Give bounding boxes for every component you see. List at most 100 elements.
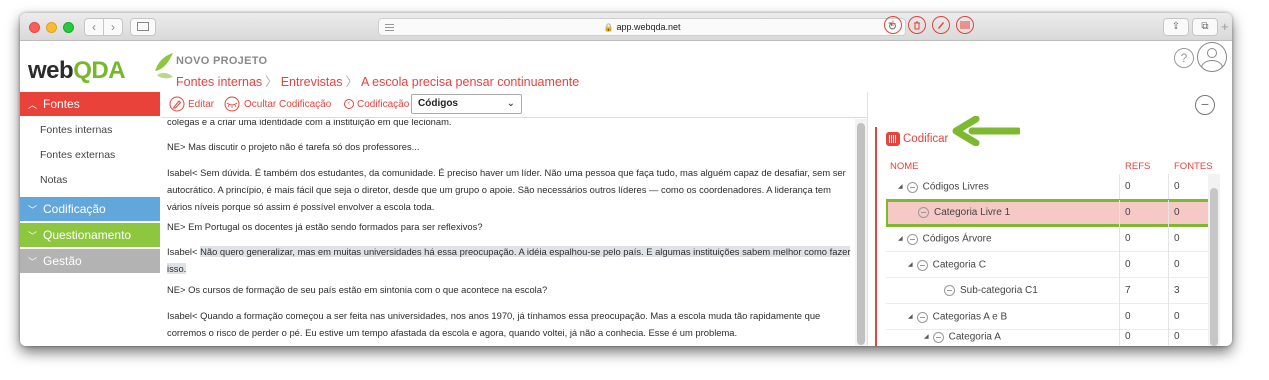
breadcrumb-item[interactable]: Fontes internas bbox=[176, 75, 262, 89]
breadcrumb-item[interactable]: Entrevistas bbox=[281, 75, 343, 89]
code-node-icon bbox=[916, 259, 928, 271]
delete-code-button[interactable] bbox=[908, 16, 926, 34]
ocultar-label: Ocultar Codificação bbox=[244, 99, 332, 110]
row-fontes: 0 bbox=[1174, 207, 1180, 218]
codificar-icon bbox=[886, 131, 900, 146]
close-window-button[interactable] bbox=[29, 22, 40, 33]
tabs-overview-button[interactable]: ⧉ bbox=[1192, 18, 1218, 36]
sidebar: ︿ Fontes Fontes internas Fontes externas … bbox=[20, 92, 160, 346]
project-title: NOVO PROJETO bbox=[176, 55, 268, 67]
sidebar-section-fontes[interactable]: ︿ Fontes bbox=[20, 92, 160, 116]
row-fontes: 3 bbox=[1174, 285, 1180, 296]
chevron-up-icon: ︿ bbox=[28, 100, 38, 110]
paragraph: Isabel< Sem dúvida. É também dos estudan… bbox=[167, 167, 846, 212]
column-header-fontes[interactable]: FONTES bbox=[1174, 161, 1213, 172]
barcode-button[interactable] bbox=[956, 16, 974, 34]
row-name: Categoria Livre 1 bbox=[934, 207, 1011, 218]
column-header-nome[interactable]: NOME bbox=[890, 161, 919, 172]
speaker-label: Isabel< bbox=[167, 246, 198, 257]
row-name: Sub-categoria C1 bbox=[960, 285, 1038, 296]
codes-scrollbar[interactable] bbox=[1208, 174, 1220, 346]
sidebar-item-fontes-internas[interactable]: Fontes internas bbox=[20, 118, 160, 143]
maximize-window-button[interactable] bbox=[63, 22, 74, 33]
row-name: Códigos Árvore bbox=[922, 233, 992, 245]
sidebar-toggle-button[interactable] bbox=[130, 18, 156, 36]
triangle-expanded-icon[interactable]: ◢ bbox=[924, 324, 929, 346]
code-node-icon bbox=[932, 331, 944, 343]
folder-node-icon bbox=[906, 181, 918, 193]
codificacao-label: Codificação bbox=[357, 99, 410, 110]
collapse-panel-button[interactable]: − bbox=[1195, 95, 1215, 115]
scrollbar-thumb[interactable] bbox=[1210, 188, 1218, 346]
row-refs: 0 bbox=[1125, 259, 1131, 270]
sidebar-item-notas[interactable]: Notas bbox=[20, 168, 160, 193]
row-refs: 7 bbox=[1125, 285, 1131, 296]
back-button[interactable]: ‹ bbox=[84, 18, 104, 36]
triangle-expanded-icon[interactable]: ◢ bbox=[898, 226, 903, 252]
help-icon[interactable]: ? bbox=[1174, 48, 1194, 68]
row-fontes: 0 bbox=[1174, 259, 1180, 270]
trash-icon bbox=[914, 21, 920, 30]
user-avatar-icon[interactable] bbox=[1197, 42, 1227, 72]
green-arrow-icon bbox=[952, 116, 1020, 146]
codes-tree: ◢ Códigos Livres 0 0 Categoria Livre 1 0 … bbox=[886, 174, 1218, 346]
minimize-window-button[interactable] bbox=[46, 22, 57, 33]
codigos-select[interactable]: Códigos ⌄ bbox=[411, 94, 522, 114]
paragraph: NE> Em Portugal os docentes já estão sen… bbox=[167, 221, 483, 232]
tree-row-categoria-livre-1[interactable]: Categoria Livre 1 0 0 bbox=[886, 199, 1218, 227]
document-content[interactable]: colegas e a criar uma identidade com a i… bbox=[161, 119, 855, 346]
row-fontes: 0 bbox=[1174, 331, 1180, 342]
codificar-button[interactable]: Codificar bbox=[886, 131, 948, 147]
scrollbar-thumb[interactable] bbox=[857, 123, 865, 345]
sidebar-section-label: Fontes bbox=[43, 97, 80, 111]
editar-label: Editar bbox=[188, 99, 215, 110]
webqda-logo[interactable]: webQDA bbox=[28, 57, 126, 85]
paragraph: Isabel< Quando a formação começou a ser … bbox=[167, 310, 821, 338]
add-code-button[interactable]: + bbox=[884, 16, 902, 34]
breadcrumb-item[interactable]: A escola precisa pensar continuamente bbox=[361, 75, 579, 89]
sidebar-section-codificacao[interactable]: ﹀ Codificação bbox=[20, 197, 160, 221]
chevron-down-icon: ﹀ bbox=[28, 205, 38, 215]
editar-button[interactable]: Editar bbox=[169, 96, 214, 114]
chevron-down-icon: ﹀ bbox=[28, 231, 38, 241]
paragraph: NE> Os cursos de formação de seu país es… bbox=[167, 284, 548, 295]
share-button[interactable]: ⇪ bbox=[1163, 18, 1189, 36]
sidebar-section-label: Questionamento bbox=[43, 228, 132, 242]
new-tab-button[interactable]: + bbox=[1221, 19, 1232, 37]
breadcrumb-separator: 〉 bbox=[265, 75, 278, 89]
panel-divider bbox=[867, 92, 868, 346]
row-refs: 0 bbox=[1125, 181, 1131, 192]
tree-row-codigos-livres[interactable]: ◢ Códigos Livres 0 0 bbox=[886, 174, 1218, 200]
sidebar-section-questionamento[interactable]: ﹀ Questionamento bbox=[20, 223, 160, 247]
lock-icon: 🔒 bbox=[603, 23, 614, 32]
edit-code-button[interactable] bbox=[932, 16, 950, 34]
triangle-expanded-icon[interactable]: ◢ bbox=[908, 304, 913, 330]
row-name: Categoria C bbox=[932, 259, 986, 271]
logo-prefix: web bbox=[28, 57, 74, 84]
highlighted-paragraph[interactable]: Isabel< Não quero generalizar, mas em mu… bbox=[167, 243, 851, 277]
panel-accent-line bbox=[875, 127, 877, 346]
column-header-refs[interactable]: REFS bbox=[1125, 161, 1150, 172]
tree-row-categoria-c[interactable]: ◢ Categoria C 0 0 bbox=[886, 252, 1218, 278]
code-node-icon bbox=[944, 284, 955, 296]
browser-toolbar: ‹ › 🔒 app.webqda.net ↻ ⇪ ⧉ + bbox=[20, 13, 1232, 41]
address-bar[interactable]: 🔒 app.webqda.net ↻ bbox=[378, 18, 906, 36]
reader-icon bbox=[385, 24, 394, 31]
tree-row-sub-categoria-c1[interactable]: Sub-categoria C1 7 3 bbox=[886, 278, 1218, 304]
ocultar-codificacao-button[interactable]: Ocultar Codificação bbox=[223, 96, 331, 114]
triangle-expanded-icon[interactable]: ◢ bbox=[908, 252, 913, 278]
row-name: Categorias A e B bbox=[932, 311, 1008, 323]
forward-button[interactable]: › bbox=[103, 18, 123, 36]
document-scrollbar[interactable] bbox=[855, 119, 867, 346]
eye-closed-icon bbox=[224, 96, 240, 112]
paragraph: NE> Mas discutir o projeto não é tarefa … bbox=[167, 141, 420, 152]
sidebar-item-fontes-externas[interactable]: Fontes externas bbox=[20, 143, 160, 168]
tree-row-categoria-a[interactable]: ◢ Categoria A 0 0 bbox=[886, 330, 1218, 346]
chevron-left-icon[interactable]: ‹ bbox=[344, 99, 354, 110]
coded-selection[interactable]: Não quero generalizar, mas em muitas uni… bbox=[167, 246, 851, 274]
triangle-expanded-icon[interactable]: ◢ bbox=[898, 174, 903, 200]
tree-row-codigos-arvore[interactable]: ◢ Códigos Árvore 0 0 bbox=[886, 226, 1218, 252]
sidebar-section-gestao[interactable]: ﹀ Gestão bbox=[20, 249, 160, 273]
chevron-down-icon: ﹀ bbox=[28, 257, 38, 267]
url-text: app.webqda.net bbox=[616, 22, 681, 32]
